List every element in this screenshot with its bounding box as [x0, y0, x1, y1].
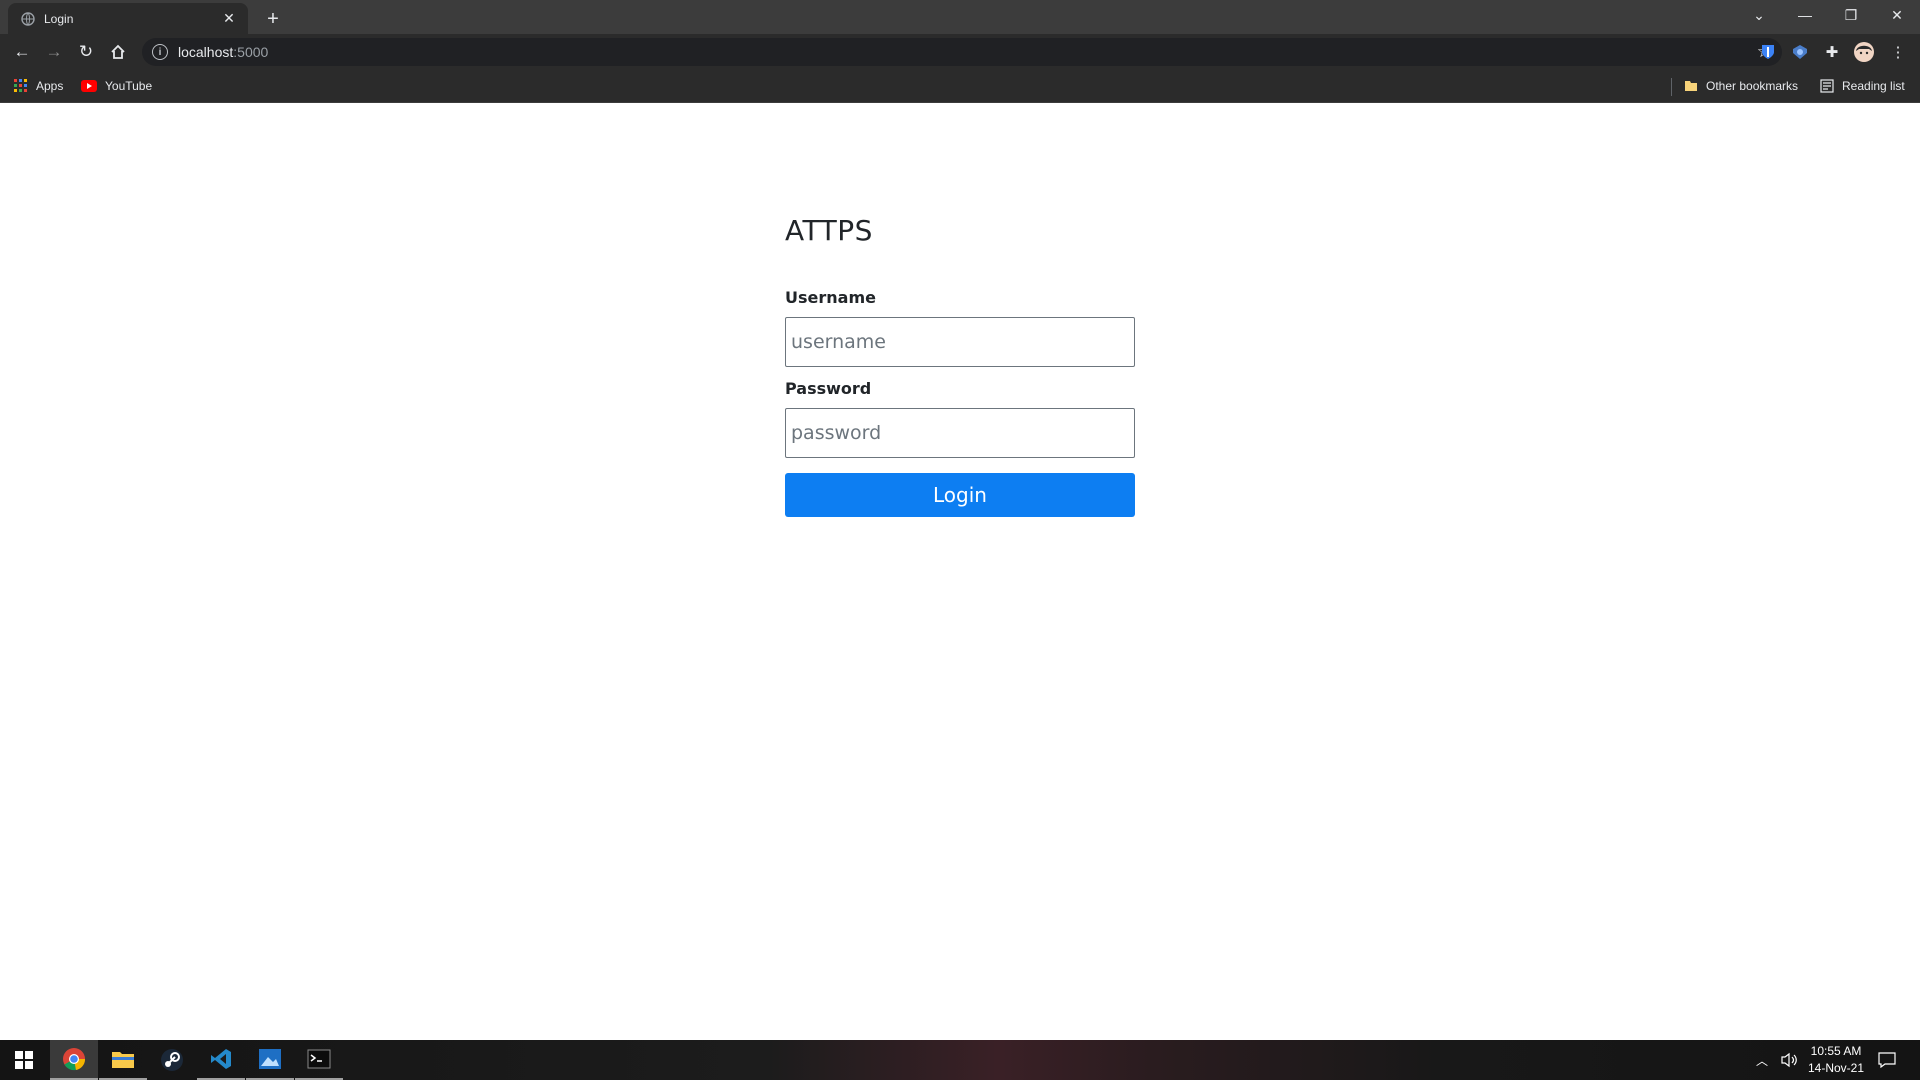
youtube-icon: [81, 80, 97, 92]
shield-extension-icon[interactable]: [1788, 40, 1812, 64]
new-tab-button[interactable]: +: [260, 6, 286, 32]
taskbar-vscode[interactable]: [197, 1040, 245, 1080]
chrome-icon: [63, 1048, 86, 1071]
bookmark-apps[interactable]: Apps: [14, 76, 63, 96]
address-port: :5000: [233, 44, 269, 60]
profile-avatar[interactable]: [1852, 40, 1876, 64]
reload-button[interactable]: ↻: [72, 38, 100, 66]
show-hidden-icons[interactable]: ︿: [1756, 1040, 1768, 1080]
notifications-icon[interactable]: [1878, 1040, 1896, 1080]
extensions-puzzle-icon[interactable]: ✚: [1820, 40, 1844, 64]
page-content: ATTPS Username Password Login: [0, 103, 1920, 1040]
vscode-icon: [211, 1049, 231, 1069]
windows-icon: [15, 1051, 33, 1069]
restore-button[interactable]: ❐: [1828, 0, 1874, 30]
password-label: Password: [785, 379, 872, 398]
bookmark-youtube-label: YouTube: [105, 79, 153, 93]
taskbar-steam[interactable]: [148, 1040, 196, 1080]
clock-time: 10:55 AM: [1810, 1044, 1862, 1058]
password-input[interactable]: [785, 408, 1135, 458]
bookmark-other[interactable]: Other bookmarks: [1684, 76, 1798, 96]
terminal-icon: [307, 1049, 331, 1069]
reading-list-label: Reading list: [1842, 79, 1905, 93]
steam-icon: [161, 1049, 183, 1071]
globe-icon: [20, 11, 36, 27]
start-button[interactable]: [0, 1040, 48, 1080]
back-button[interactable]: ←: [8, 38, 36, 66]
tab-title: Login: [44, 11, 74, 26]
taskbar-terminal[interactable]: [295, 1040, 343, 1080]
bookmark-apps-label: Apps: [36, 79, 64, 93]
tab-login[interactable]: Login ✕: [8, 3, 248, 34]
bitwarden-extension-icon[interactable]: [1756, 40, 1780, 64]
reading-list-icon: [1820, 79, 1834, 93]
taskbar-photos[interactable]: [246, 1040, 294, 1080]
forward-button[interactable]: →: [40, 38, 68, 66]
volume-icon[interactable]: [1780, 1040, 1798, 1080]
username-label: Username: [785, 288, 876, 307]
close-window-button[interactable]: ✕: [1874, 0, 1920, 30]
bookmarks-divider: [1671, 78, 1672, 96]
info-icon[interactable]: i: [152, 44, 168, 60]
page-title: ATTPS: [785, 214, 873, 247]
minimize-button[interactable]: —: [1782, 0, 1828, 30]
tab-close-icon[interactable]: ✕: [220, 10, 238, 28]
reading-list[interactable]: Reading list: [1820, 76, 1905, 96]
bookmark-youtube[interactable]: YouTube: [81, 76, 152, 96]
home-icon: [111, 44, 125, 59]
browser-toolbar: ← → ↻ i localhost :5000 ☆ ✚ ⋮: [0, 34, 1920, 70]
tab-search-icon[interactable]: ⌄: [1736, 0, 1782, 30]
taskbar-file-explorer[interactable]: [99, 1040, 147, 1080]
address-bar[interactable]: i localhost :5000 ☆: [142, 38, 1782, 66]
address-host: localhost: [178, 44, 234, 60]
bookmarks-bar: Apps YouTube Other bookmarks Reading lis…: [0, 70, 1920, 103]
taskbar: ︿ 10:55 AM 14-Nov-21: [0, 1040, 1920, 1080]
home-button[interactable]: [104, 38, 132, 66]
folder-icon: [1684, 79, 1698, 93]
apps-grid-icon: [14, 79, 28, 93]
taskbar-chrome[interactable]: [50, 1040, 98, 1080]
browser-menu-icon[interactable]: ⋮: [1886, 40, 1910, 64]
bookmark-other-label: Other bookmarks: [1706, 79, 1799, 93]
folder-icon: [112, 1052, 134, 1068]
clock-date: 14-Nov-21: [1807, 1061, 1865, 1075]
tab-strip: Login ✕ + ⌄ — ❐ ✕: [0, 0, 1920, 34]
login-button[interactable]: Login: [785, 473, 1135, 517]
clock[interactable]: 10:55 AM 14-Nov-21: [1804, 1043, 1868, 1077]
photos-icon: [259, 1049, 281, 1069]
username-input[interactable]: [785, 317, 1135, 367]
